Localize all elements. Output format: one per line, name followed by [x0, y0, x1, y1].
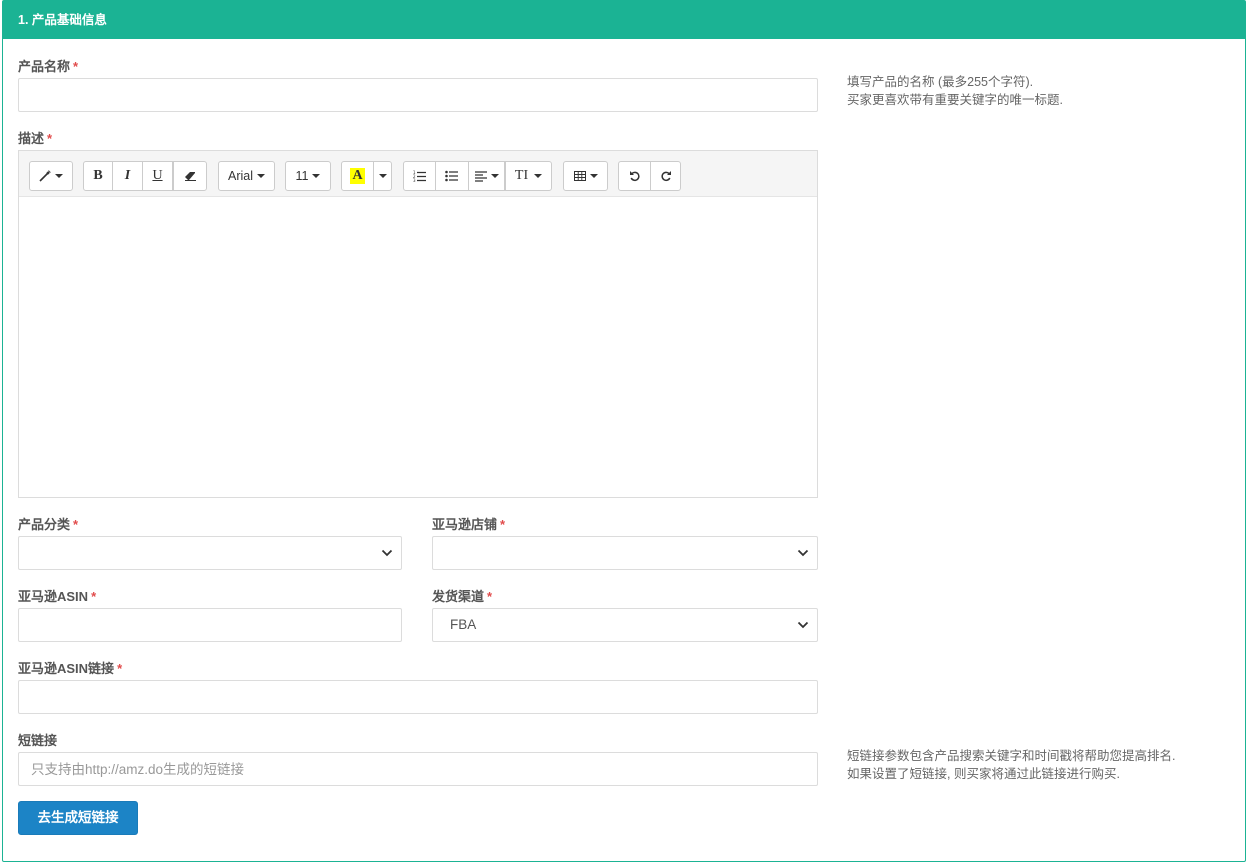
redo-button[interactable] [650, 161, 681, 191]
product-name-label: 产品名称 * [18, 59, 79, 74]
required-mark: * [73, 517, 79, 532]
caret-icon [312, 174, 321, 178]
channel-label: 发货渠道 * [432, 589, 493, 604]
asin-input[interactable] [19, 609, 401, 641]
help-line: 填写产品的名称 (最多255个字符). [847, 75, 1034, 89]
unordered-list-button[interactable] [435, 161, 469, 191]
required-mark: * [487, 589, 493, 604]
align-dropdown-button[interactable] [468, 161, 505, 191]
product-name-help: 填写产品的名称 (最多255个字符). 买家更喜欢带有重要关键字的唯一标题. [847, 73, 1063, 109]
color-a-icon: A [350, 168, 365, 184]
eraser-icon [184, 172, 196, 181]
ordered-list-button[interactable]: 123 [403, 161, 437, 191]
asin-link-label: 亚马逊ASIN链接 * [18, 661, 123, 676]
asin-link-field[interactable] [18, 680, 818, 714]
short-link-help: 短链接参数包含产品搜索关键字和时间戳将帮助您提高排名. 如果设置了短链接, 则买… [847, 747, 1175, 783]
bold-button[interactable]: B [83, 161, 113, 191]
channel-select[interactable]: FBA [432, 608, 818, 642]
italic-button[interactable]: I [112, 161, 143, 191]
required-mark: * [91, 589, 97, 604]
required-mark: * [47, 131, 53, 146]
caret-icon [534, 174, 543, 178]
line-height-dropdown[interactable]: TI [505, 161, 552, 191]
asin-label: 亚马逊ASIN * [18, 589, 97, 604]
line-height-icon: TI [514, 168, 529, 183]
description-label: 描述 * [18, 131, 53, 146]
table-dropdown-button[interactable] [563, 161, 608, 191]
redo-icon [660, 171, 671, 182]
required-mark: * [500, 517, 506, 532]
help-line: 买家更喜欢带有重要关键字的唯一标题. [847, 93, 1063, 107]
store-select[interactable] [432, 536, 818, 570]
magic-pen-icon [39, 170, 51, 182]
text-color-button[interactable]: A [341, 161, 374, 191]
font-size-value: 11 [295, 169, 309, 183]
caret-icon [589, 174, 598, 178]
help-line: 如果设置了短链接, 则买家将通过此链接进行购买. [847, 767, 1120, 781]
caret-icon [55, 174, 63, 178]
help-line: 短链接参数包含产品搜索关键字和时间戳将帮助您提高排名. [847, 749, 1176, 763]
ordered-list-icon: 123 [413, 170, 426, 182]
product-name-field[interactable] [18, 78, 818, 112]
store-label: 亚马逊店铺 * [432, 517, 506, 532]
caret-icon [378, 174, 387, 178]
chevron-down-icon [381, 549, 393, 557]
editor-toolbar: B I U Arial 11 A 123 TI [19, 151, 817, 197]
chevron-down-icon [797, 621, 809, 629]
style-dropdown-button[interactable] [29, 161, 73, 191]
generate-short-link-button[interactable]: 去生成短链接 [18, 801, 138, 835]
product-name-input[interactable] [19, 79, 817, 111]
asin-field[interactable] [18, 608, 402, 642]
caret-icon [257, 174, 265, 178]
short-link-label: 短链接 [18, 733, 58, 748]
short-link-field[interactable] [18, 752, 818, 786]
rich-text-editor[interactable]: B I U Arial 11 A 123 TI [18, 150, 818, 498]
section-title: 1. 产品基础信息 [3, 1, 1245, 39]
short-link-input[interactable] [19, 753, 817, 785]
required-mark: * [73, 59, 79, 74]
unordered-list-icon [445, 170, 458, 182]
table-icon [573, 171, 586, 181]
clear-format-button[interactable] [173, 161, 207, 191]
underline-button[interactable]: U [142, 161, 173, 191]
category-label: 产品分类 * [18, 517, 79, 532]
font-name-dropdown[interactable]: Arial [218, 161, 275, 191]
channel-value: FBA [450, 617, 477, 632]
text-color-dropdown[interactable] [373, 161, 392, 191]
font-name-value: Arial [227, 169, 253, 183]
caret-icon [490, 174, 499, 178]
align-left-icon [474, 170, 487, 182]
category-select[interactable] [18, 536, 402, 570]
asin-link-input[interactable] [19, 681, 817, 713]
chevron-down-icon [797, 549, 809, 557]
undo-icon [629, 171, 640, 182]
font-size-dropdown[interactable]: 11 [285, 161, 331, 191]
required-mark: * [117, 661, 123, 676]
product-basic-info-panel: 1. 产品基础信息 产品名称 * 填写产品的名称 (最多255个字符). 买家更喜… [2, 0, 1246, 862]
undo-button[interactable] [618, 161, 651, 191]
svg-text:3: 3 [413, 178, 416, 182]
editor-content-area[interactable] [19, 197, 817, 497]
